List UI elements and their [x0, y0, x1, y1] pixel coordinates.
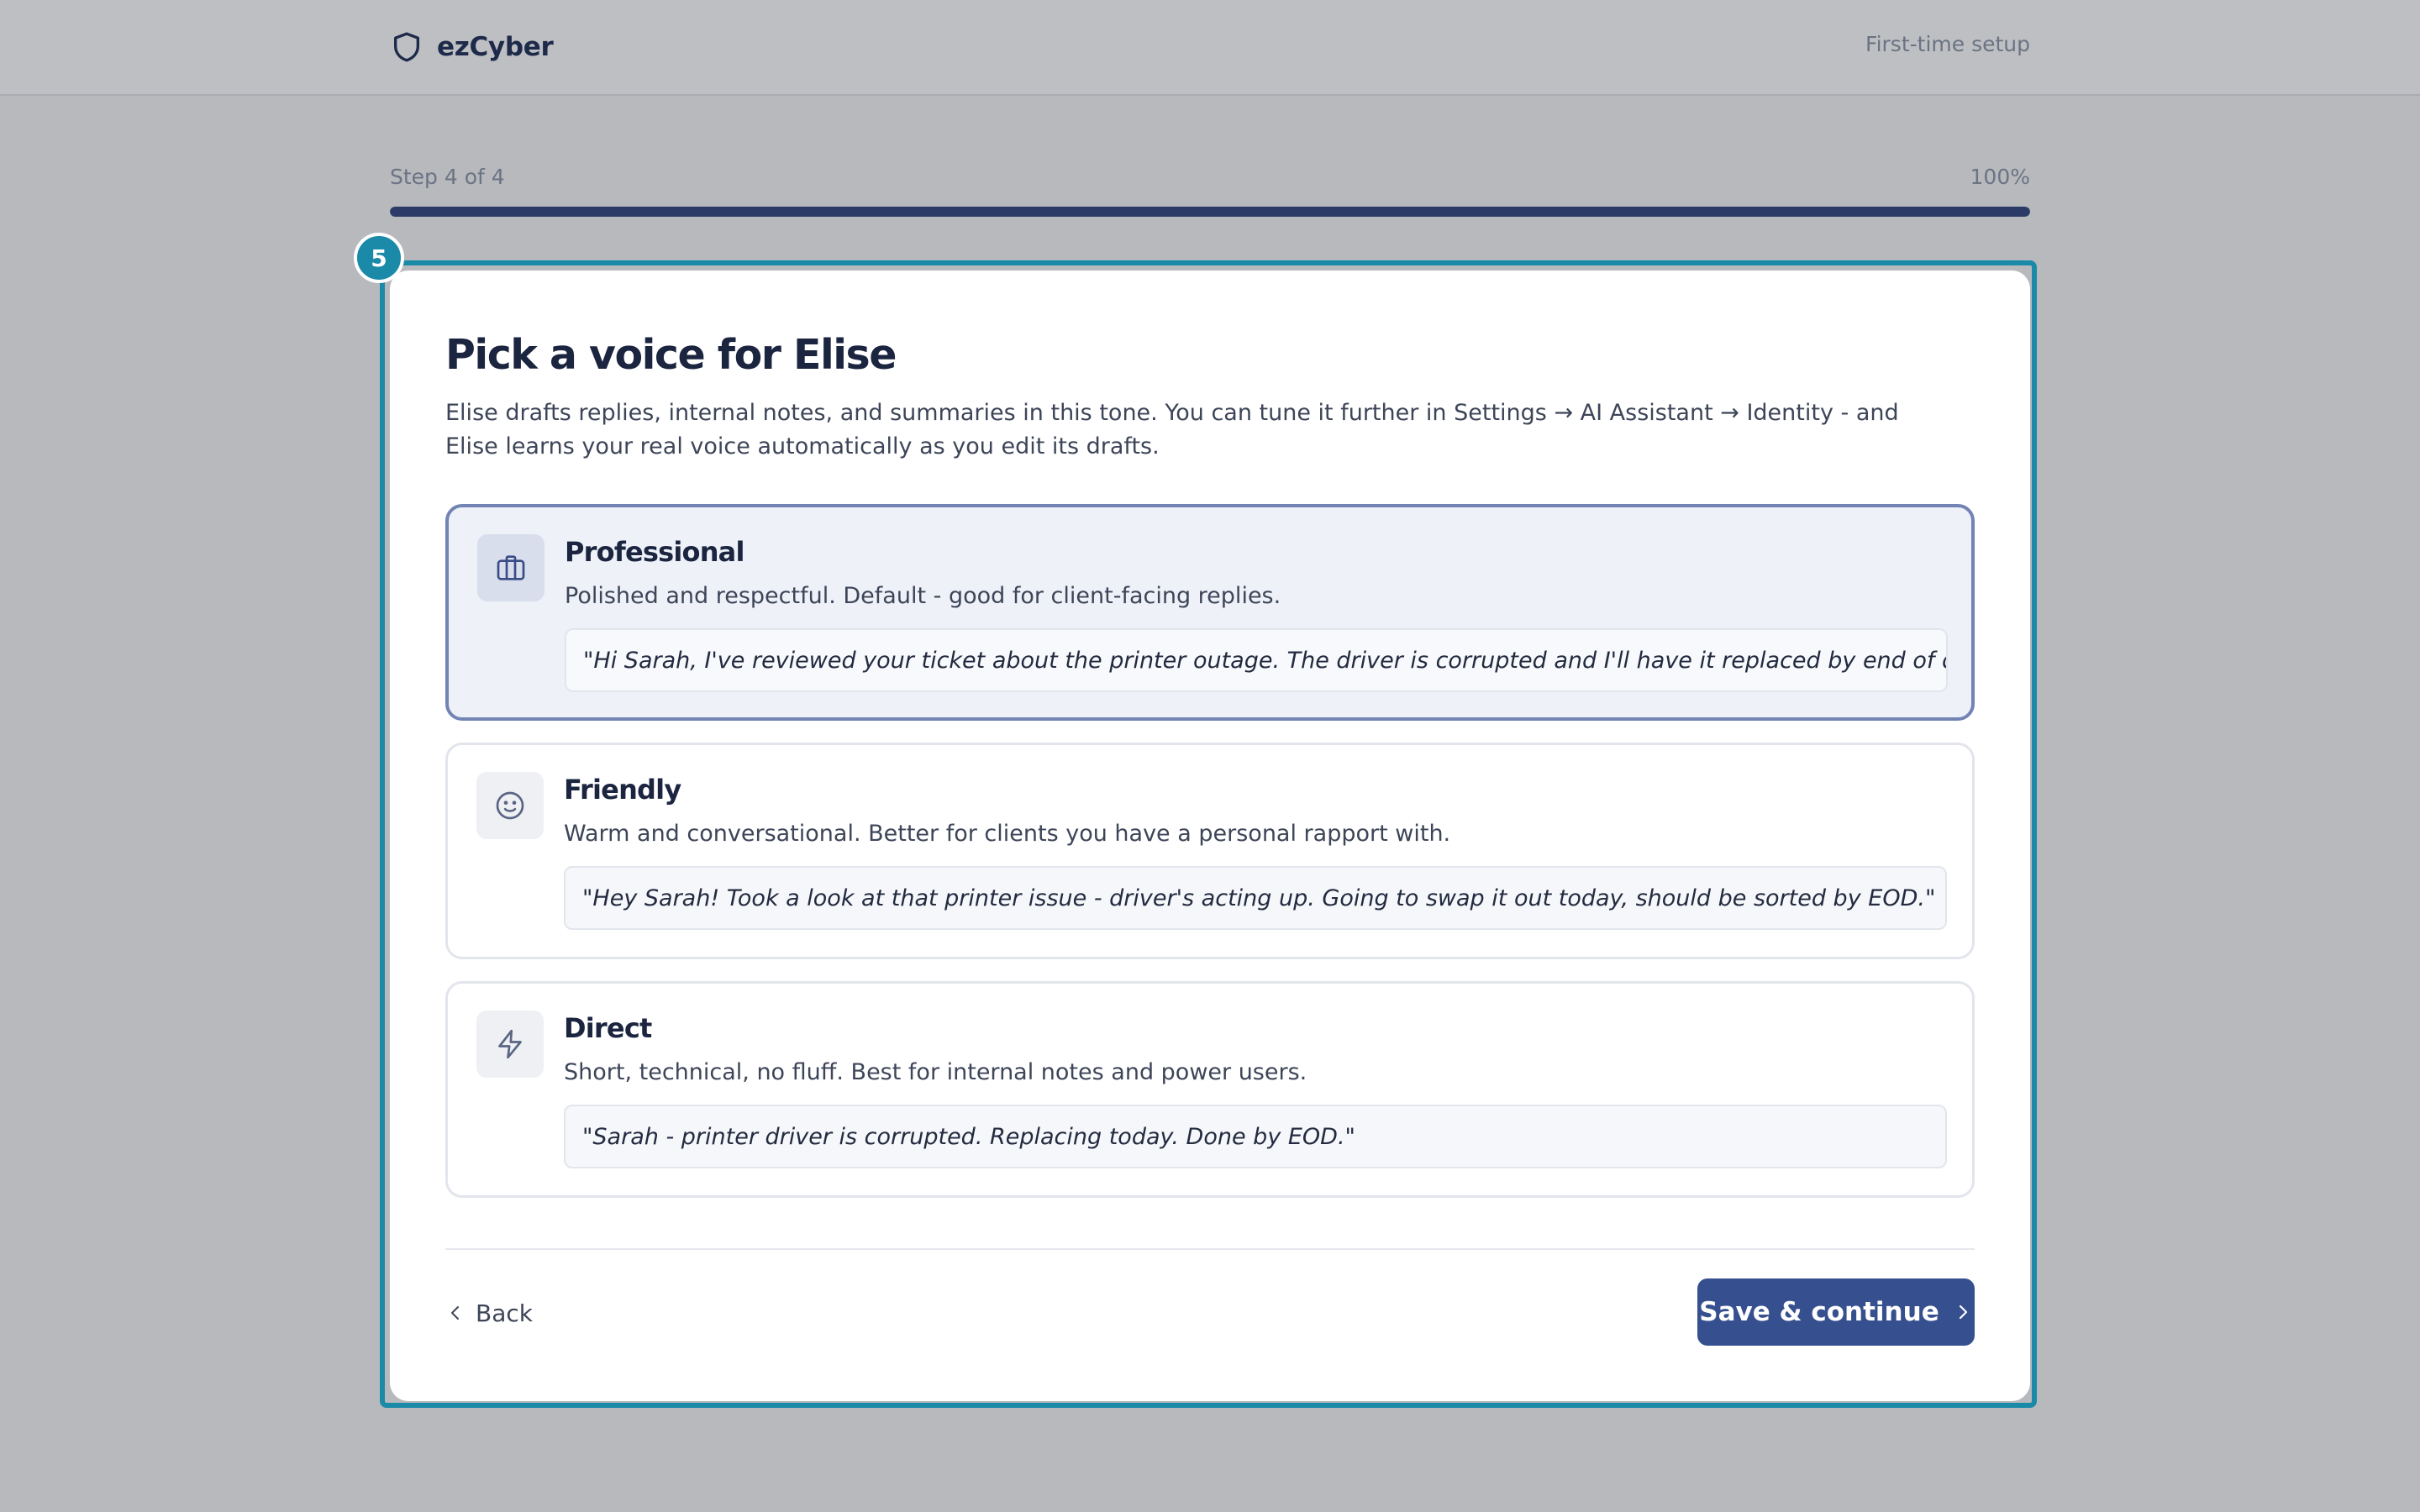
setup-label: First-time setup	[1865, 32, 2030, 56]
voice-option-description: Warm and conversational. Better for clie…	[564, 821, 1451, 847]
shield-icon	[394, 32, 419, 62]
step-indicator: Step 4 of 4	[390, 165, 505, 189]
progress-bar-fill	[390, 207, 2030, 217]
smiley-icon	[476, 772, 544, 839]
page-title: Pick a voice for Elise	[445, 331, 897, 379]
voice-option-friendly[interactable]: Friendly Warm and conversational. Better…	[445, 743, 1975, 959]
progress-section: Step 4 of 4 100%	[390, 165, 2030, 217]
brand[interactable]: ezCyber	[390, 29, 554, 66]
voice-option-example: "Hey Sarah! Took a look at that printer …	[564, 866, 1947, 930]
voice-option-professional[interactable]: Professional Polished and respectful. De…	[445, 504, 1975, 721]
voice-option-description: Polished and respectful. Default - good …	[565, 583, 1281, 609]
voice-option-example: "Hi Sarah, I've reviewed your ticket abo…	[565, 628, 1948, 692]
voice-option-example: "Sarah - printer driver is corrupted. Re…	[564, 1105, 1947, 1168]
top-bar: ezCyber First-time setup	[0, 0, 2420, 96]
voice-option-title: Friendly	[564, 774, 681, 806]
brand-name: ezCyber	[437, 32, 554, 62]
voice-option-direct[interactable]: Direct Short, technical, no fluff. Best …	[445, 981, 1975, 1198]
save-button-label: Save & continue	[1699, 1297, 1939, 1327]
voice-option-title: Professional	[565, 536, 744, 568]
voice-option-description: Short, technical, no fluff. Best for int…	[564, 1059, 1307, 1085]
back-button[interactable]: Back	[445, 1292, 533, 1334]
progress-bar	[390, 207, 2030, 217]
lightning-icon	[476, 1011, 544, 1078]
page-description: Elise drafts replies, internal notes, an…	[445, 400, 1899, 459]
walkthrough-step-badge: 5	[354, 233, 404, 283]
chevron-left-icon	[451, 1306, 459, 1320]
back-button-label: Back	[476, 1299, 533, 1327]
voice-option-title: Direct	[564, 1012, 652, 1044]
chevron-right-icon	[1959, 1305, 1967, 1320]
save-continue-button[interactable]: Save & continue	[1697, 1278, 1975, 1346]
progress-percent: 100%	[1970, 165, 2030, 189]
briefcase-icon	[477, 534, 544, 601]
voice-selection-card: Pick a voice for Elise Elise drafts repl…	[390, 270, 2030, 1401]
footer-divider	[445, 1248, 1975, 1250]
voice-options: Professional Polished and respectful. De…	[445, 504, 1975, 1198]
